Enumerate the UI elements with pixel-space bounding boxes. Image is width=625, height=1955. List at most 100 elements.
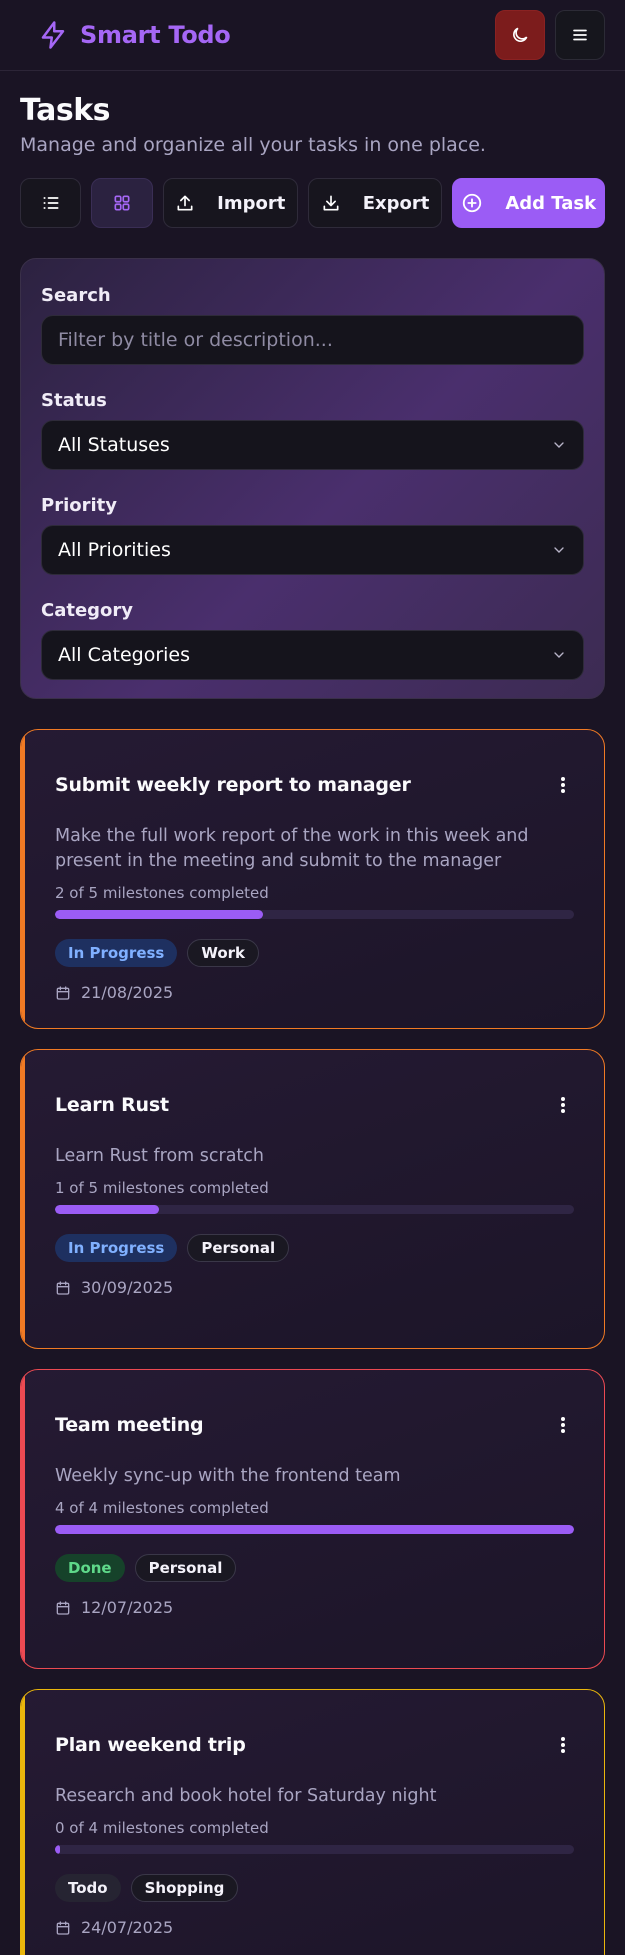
progress-bar (55, 1525, 574, 1534)
due-date: 12/07/2025 (55, 1598, 574, 1617)
more-vertical-icon (561, 1097, 565, 1113)
chevron-down-icon (554, 547, 564, 553)
grid-view-button[interactable] (91, 178, 153, 228)
more-options-button[interactable] (552, 774, 574, 796)
due-date-text: 30/09/2025 (81, 1278, 174, 1297)
moon-icon (513, 27, 528, 42)
progress-fill (55, 1525, 574, 1534)
app-header: Smart Todo (0, 0, 625, 71)
task-accent-bar (21, 730, 25, 1028)
task-accent-bar (21, 1690, 25, 1955)
task-title: Team meeting (55, 1414, 204, 1436)
search-label: Search (41, 285, 111, 306)
import-button[interactable]: Import (162, 178, 298, 228)
brand[interactable]: Smart Todo (38, 20, 231, 50)
task-description: Learn Rust from scratch (55, 1146, 265, 1166)
chevron-down-icon (554, 652, 564, 658)
task-title: Submit weekly report to manager (55, 774, 411, 796)
calendar-icon (56, 1920, 70, 1935)
export-label: Export (362, 192, 430, 214)
progress-bar (55, 1205, 574, 1214)
progress-fill (55, 1205, 159, 1214)
toolbar: Import Export Add Task (0, 178, 625, 228)
list-view-button[interactable] (20, 178, 82, 228)
due-date-text: 24/07/2025 (81, 1918, 174, 1937)
progress-fill (55, 910, 263, 919)
status-select[interactable]: All Statuses (41, 420, 584, 470)
more-vertical-icon (561, 777, 565, 793)
task-description: Make the full work report of the work in… (55, 826, 529, 871)
task-title: Plan weekend trip (55, 1734, 246, 1756)
page-subtitle: Manage and organize all your tasks in on… (20, 134, 486, 156)
progress-bar (55, 910, 574, 919)
page-heading: Tasks Manage and organize all your tasks… (0, 71, 625, 156)
status-badge: In Progress (55, 939, 178, 967)
task-card[interactable]: Submit weekly report to manager Make the… (20, 729, 605, 1029)
status-badge: Done (55, 1554, 125, 1582)
add-task-label: Add Task (505, 192, 597, 214)
due-date-text: 21/08/2025 (81, 983, 174, 1002)
search-input[interactable] (41, 315, 584, 365)
lightning-icon (41, 21, 65, 49)
status-select-value: All Statuses (58, 434, 170, 456)
more-options-button[interactable] (552, 1734, 574, 1756)
header-actions (495, 10, 605, 60)
task-list: Submit weekly report to manager Make the… (0, 729, 625, 1955)
task-card[interactable]: Team meeting Weekly sync-up with the fro… (20, 1369, 605, 1669)
list-icon (43, 197, 59, 209)
calendar-icon (56, 1600, 70, 1615)
calendar-icon (56, 1280, 70, 1295)
category-label: Category (41, 600, 134, 621)
task-accent-bar (21, 1050, 25, 1348)
more-options-button[interactable] (552, 1414, 574, 1436)
category-badge: Work (187, 939, 260, 967)
search-group: Search (41, 285, 584, 365)
category-select-value: All Categories (58, 644, 191, 666)
add-task-button[interactable]: Add Task (452, 178, 605, 228)
progress-bar (55, 1845, 574, 1854)
milestone-summary: 4 of 4 milestones completed (55, 1499, 269, 1517)
task-accent-bar (21, 1370, 25, 1668)
status-badge: In Progress (55, 1234, 178, 1262)
task-card[interactable]: Plan weekend trip Research and book hote… (20, 1689, 605, 1955)
filters-panel: Search Status All Statuses Priority All … (20, 258, 605, 699)
import-label: Import (217, 192, 286, 214)
task-description: Weekly sync-up with the frontend team (55, 1466, 401, 1486)
priority-group: Priority All Priorities (41, 495, 584, 575)
download-icon (323, 195, 339, 211)
due-date: 24/07/2025 (55, 1918, 574, 1937)
menu-button[interactable] (555, 10, 605, 60)
grid-icon (114, 195, 130, 211)
category-select[interactable]: All Categories (41, 630, 584, 680)
export-button[interactable]: Export (307, 178, 443, 228)
more-options-button[interactable] (552, 1094, 574, 1116)
progress-fill (55, 1845, 61, 1854)
chevron-down-icon (554, 442, 564, 448)
page-title: Tasks (20, 93, 111, 128)
category-group: Category All Categories (41, 600, 584, 680)
priority-select[interactable]: All Priorities (41, 525, 584, 575)
brand-name: Smart Todo (80, 21, 231, 49)
category-badge: Personal (187, 1234, 290, 1262)
hamburger-menu-icon (573, 29, 587, 41)
milestone-summary: 1 of 5 milestones completed (55, 1179, 269, 1197)
status-group: Status All Statuses (41, 390, 584, 470)
more-vertical-icon (561, 1737, 565, 1753)
task-title: Learn Rust (55, 1094, 169, 1116)
plus-circle-icon (463, 193, 482, 213)
status-label: Status (41, 390, 107, 411)
task-card[interactable]: Learn Rust Learn Rust from scratch 1 of … (20, 1049, 605, 1349)
upload-icon (177, 195, 193, 211)
category-badge: Personal (134, 1554, 237, 1582)
task-description: Research and book hotel for Saturday nig… (55, 1786, 437, 1806)
priority-label: Priority (41, 495, 117, 516)
category-badge: Shopping (130, 1874, 239, 1902)
due-date: 21/08/2025 (55, 983, 574, 1002)
due-date: 30/09/2025 (55, 1278, 574, 1297)
priority-select-value: All Priorities (58, 539, 171, 561)
calendar-icon (56, 985, 70, 1000)
status-badge: Todo (55, 1874, 121, 1902)
due-date-text: 12/07/2025 (81, 1598, 174, 1617)
more-vertical-icon (561, 1417, 565, 1433)
theme-toggle-button[interactable] (495, 10, 545, 60)
